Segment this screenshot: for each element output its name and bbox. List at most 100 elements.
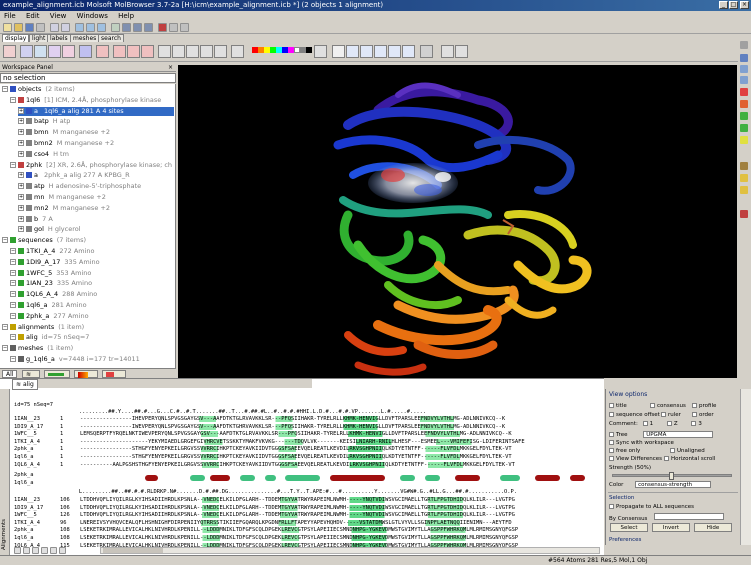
opt-propagate[interactable]: Propagate to ALL sequences [609, 504, 694, 511]
checkbox[interactable] [691, 421, 697, 426]
tree-item[interactable]: + mn2 M manganese +2 [18, 204, 174, 213]
screenshot-icon[interactable] [441, 45, 454, 58]
hbond-icon[interactable] [113, 45, 126, 58]
minimize-button[interactable]: _ [719, 1, 728, 9]
menu-edit[interactable]: Edit [22, 12, 44, 20]
checkbox[interactable] [609, 412, 614, 417]
tree-item[interactable]: + bmn2 M manganese +2 [18, 139, 174, 148]
color-wheel-icon[interactable] [314, 45, 327, 58]
tree-method-select[interactable]: UPGMA [643, 431, 714, 438]
hand-icon[interactable] [420, 45, 433, 58]
expand-toggle-icon[interactable]: + [18, 215, 24, 222]
ws-tab-meshes[interactable] [102, 370, 126, 378]
tree-item[interactable]: − objects (2 items) [2, 85, 174, 94]
checkbox[interactable] [609, 448, 614, 453]
sequence-residues[interactable]: LNEREIVSYVHQVCEALQFLHSHNIGHFDIRPENIIYQTR… [80, 519, 512, 526]
sequence-row[interactable]: 1ql6_a 108 LSEKETRKIMRALLEVICALHKLNIVHRDLK… [14, 535, 519, 542]
tree-item[interactable]: − alignments (1 item) [2, 323, 174, 332]
ws-tab-objects[interactable] [74, 370, 98, 378]
ws-tab-sequence[interactable] [44, 370, 70, 378]
checkbox[interactable] [650, 403, 655, 408]
tree-item[interactable]: − 1WFC_5 353 Amino [10, 269, 174, 278]
expand-toggle-icon[interactable]: − [2, 323, 8, 330]
ball-stick-icon[interactable] [34, 45, 47, 58]
expand-toggle-icon[interactable]: − [10, 312, 16, 319]
measure-icon[interactable] [740, 162, 748, 170]
tree-item[interactable]: − 2phk [2] XR, 2.6Å, phosphorylase kinase;… [10, 161, 174, 170]
sequence-residues[interactable]: LTDDHVQFLIYQILRGLKYIHSADIIHRDLKPSNLA--VN… [80, 504, 515, 511]
tree-item[interactable]: − g_1ql6_a v=7448 i=177 tr=14011 [10, 355, 174, 364]
ws-tab-alignment[interactable]: ≋ [22, 370, 40, 378]
sequence-residues[interactable]: LSEKETRKIMRALLEVICALHKLNIVHRDLKPENILL--L… [80, 535, 519, 541]
tree-item[interactable]: − 1QL6_A_4 288 Amino [10, 290, 174, 299]
skin-icon[interactable] [79, 45, 92, 58]
xstick-icon[interactable] [96, 45, 109, 58]
tree-item[interactable]: − 1IAN_23 335 Amino [10, 279, 174, 288]
bookmark-icon[interactable] [740, 210, 748, 218]
slab-icon[interactable] [374, 45, 387, 58]
sequence-residues[interactable]: LEMSQERPTFYRQELNKTIWEVPERYQNLSPVGSGAYGSV… [80, 431, 512, 438]
tree-item[interactable]: + bmn M manganese +2 [18, 128, 174, 137]
tab-display[interactable]: display [2, 34, 30, 42]
sequence-residues[interactable]: LTDDHVQFLIYQILRGLKYIHSADIIHRDLKPSNLA--VN… [80, 512, 515, 519]
alignment-viewer[interactable]: id=75 nSeq=7 .........##.Y....##.#...G..… [0, 389, 604, 547]
label-atoms-icon[interactable] [127, 45, 140, 58]
center-icon[interactable] [172, 45, 185, 58]
ws-tab-all[interactable]: All [2, 370, 18, 378]
expand-toggle-icon[interactable]: + [18, 226, 24, 233]
sequence-residues[interactable]: ----------------STHGFYENYEPKEILGRGVSSVVR… [80, 454, 512, 460]
sequence-name[interactable]: 2phk_a [14, 527, 60, 534]
table-icon[interactable] [111, 23, 120, 32]
sequence-row[interactable]: 2phk_a 108 LSEKETRKIMRALLEVICALHKLNIVHRDLK… [14, 527, 519, 534]
cpk-icon[interactable] [20, 45, 33, 58]
maximize-button[interactable]: □ [729, 1, 738, 9]
opt-unaligned[interactable]: Unaligned [670, 448, 705, 455]
checkbox[interactable] [609, 504, 614, 509]
tree-item[interactable]: + cso4 H tm [18, 150, 174, 159]
sequence-name[interactable]: 1WFC__5 [14, 431, 60, 438]
opt-free-only[interactable]: free only [609, 448, 640, 455]
expand-toggle-icon[interactable]: − [2, 86, 8, 92]
select-button[interactable]: Select [610, 523, 648, 532]
expand-toggle-icon[interactable]: + [18, 107, 24, 114]
tab-search[interactable]: search [98, 34, 124, 42]
sequence-residues[interactable]: LTDDHVQFLIYQILRGLKYIHSADIIHRDLKPSNLA--VN… [80, 497, 515, 503]
undo-icon[interactable] [50, 23, 59, 32]
expand-toggle-icon[interactable]: − [10, 291, 16, 298]
zoom-in-icon[interactable] [740, 65, 748, 73]
tree-item[interactable]: + a 1ql6_a alig 281 A 4 sites [18, 106, 174, 116]
expand-toggle-icon[interactable]: + [18, 118, 24, 125]
checkbox[interactable] [609, 432, 614, 437]
redo-icon[interactable] [61, 23, 70, 32]
red-tool-icon[interactable] [740, 88, 748, 96]
by-consensus-select[interactable] [654, 513, 725, 520]
sequence-name[interactable]: 1QL6_A_4 [14, 462, 60, 469]
opt-ruler[interactable]: ruler [661, 412, 681, 419]
sequence-residues[interactable]: ----------------STHGFYENYEPKEILGRGVSSVVR… [80, 446, 512, 453]
surface-icon[interactable] [62, 45, 75, 58]
tree-item[interactable]: + mn M manganese +2 [18, 193, 174, 202]
sequence-residues[interactable]: LSEKETRKIMRALLEVICALHKLNIVHRDLKPENILL--L… [80, 527, 519, 534]
panel-close-icon[interactable]: × [168, 63, 173, 72]
expand-toggle-icon[interactable]: − [2, 345, 8, 352]
color-icon[interactable] [214, 45, 227, 58]
stereo-icon[interactable] [402, 45, 415, 58]
checkbox[interactable] [609, 440, 614, 445]
strength-slider[interactable] [612, 472, 732, 480]
expand-toggle-icon[interactable]: − [10, 280, 16, 287]
sequence-residues[interactable]: ----------------IWEVPERYQNLSPVGSGAYGSV--… [80, 423, 506, 430]
sequence-residues[interactable]: ----------AALPGSHSTHGFYENYEPKEILGRGVSSVV… [80, 461, 515, 468]
new-file-icon[interactable] [3, 23, 12, 32]
zoom-icon[interactable] [346, 45, 359, 58]
tab-light[interactable]: light [29, 34, 49, 42]
label-res-icon[interactable] [141, 45, 154, 58]
background-icon[interactable] [231, 45, 244, 58]
expand-toggle-icon[interactable]: + [18, 204, 24, 211]
checkbox[interactable] [692, 412, 697, 417]
fullscreen-icon[interactable] [186, 45, 199, 58]
menu-windows[interactable]: Windows [73, 12, 112, 20]
color-mode-select[interactable]: consensus-strength [635, 481, 712, 488]
checkbox[interactable] [609, 456, 614, 461]
sequence-name[interactable]: 1ql6_a [14, 535, 60, 542]
sequence-row[interactable]: 1DI9_A_17 106 LTDDHVQFLIYQILRGLKYIHSADIIHR… [14, 504, 515, 512]
